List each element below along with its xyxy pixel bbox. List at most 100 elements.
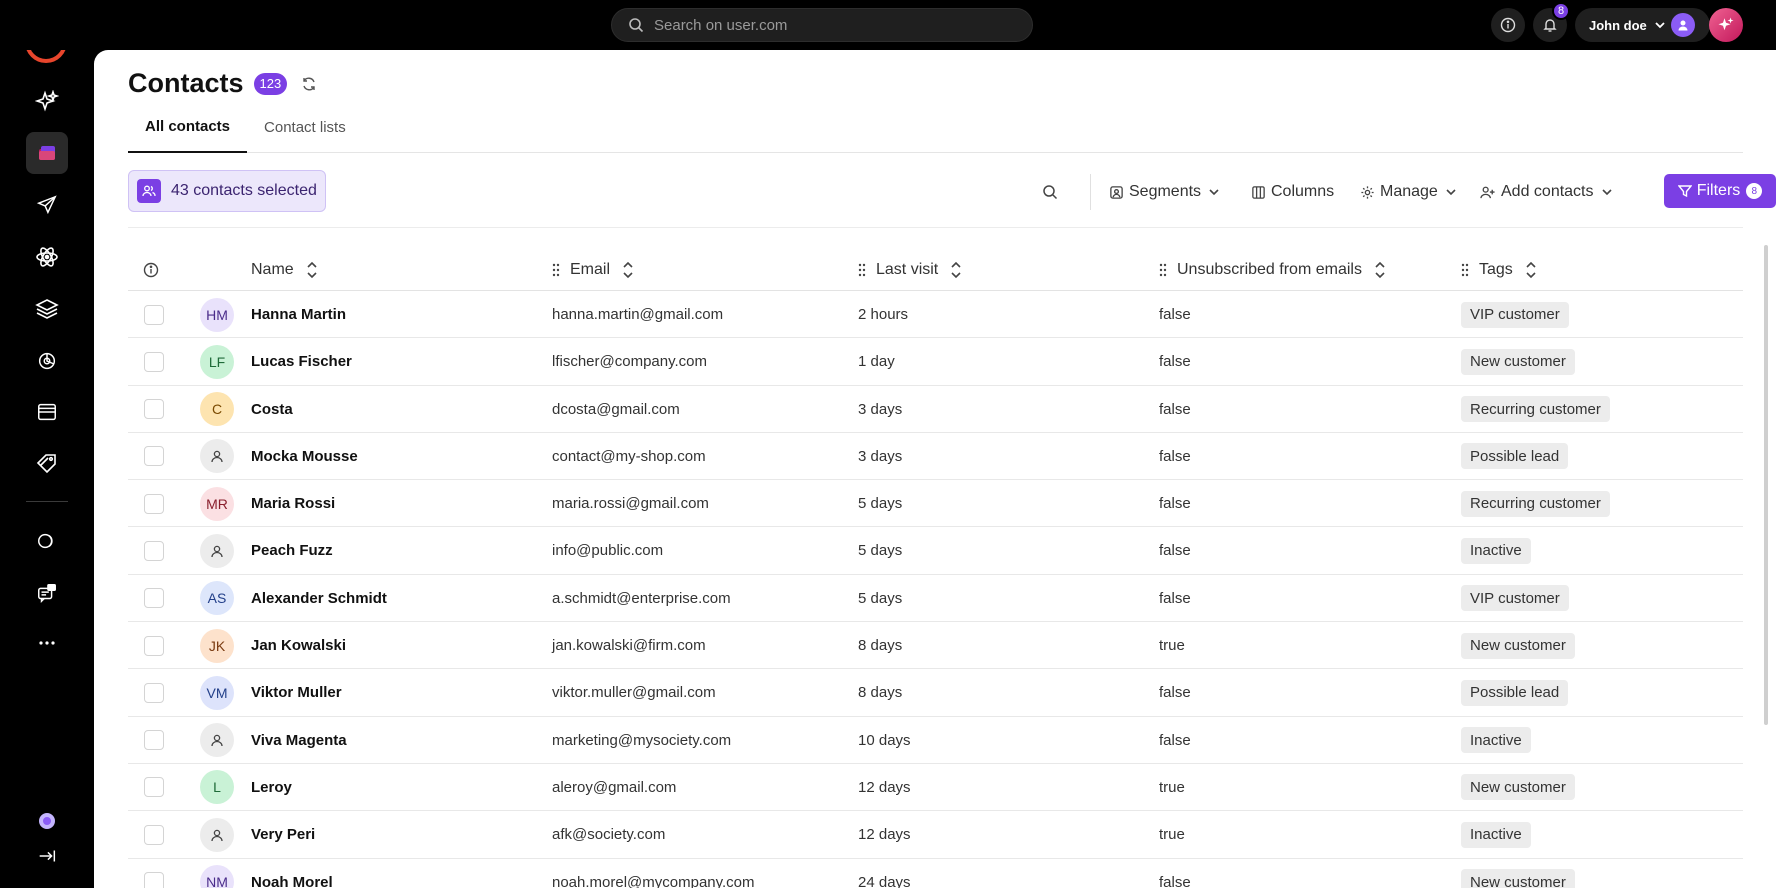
info-button[interactable] [1491, 8, 1525, 42]
table-row[interactable]: C Costa dcosta@gmail.com 3 days false Re… [128, 386, 1743, 433]
global-search[interactable] [611, 8, 1033, 42]
row-checkbox[interactable] [144, 588, 164, 609]
nav-conversations[interactable] [26, 520, 68, 562]
row-checkbox[interactable] [144, 682, 164, 703]
column-header-name[interactable]: Name [251, 249, 318, 291]
table-row[interactable]: AS Alexander Schmidt a.schmidt@enterpris… [128, 575, 1743, 623]
refresh-button[interactable] [301, 76, 317, 92]
drag-handle-icon[interactable] [1159, 263, 1167, 277]
columns-button[interactable]: Columns [1251, 179, 1334, 205]
sort-icon[interactable] [622, 261, 634, 279]
contact-name[interactable]: Hanna Martin [251, 291, 346, 338]
contact-name[interactable]: Noah Morel [251, 859, 333, 888]
table-row[interactable]: Viva Magenta marketing@mysociety.com 10 … [128, 717, 1743, 764]
nav-campaigns[interactable] [26, 184, 68, 226]
contact-tag[interactable]: New customer [1461, 774, 1575, 801]
column-header-last-visit[interactable]: Last visit [858, 249, 962, 291]
contact-name[interactable]: Lucas Fischer [251, 338, 352, 385]
table-row[interactable]: VM Viktor Muller viktor.muller@gmail.com… [128, 669, 1743, 717]
contact-unsubscribed: false [1159, 731, 1191, 749]
nav-analytics[interactable] [26, 340, 68, 382]
contact-name[interactable]: Viktor Muller [251, 669, 342, 716]
filters-label: Filters [1696, 182, 1741, 199]
contact-tag[interactable]: Inactive [1461, 537, 1531, 564]
drag-handle-icon[interactable] [552, 263, 560, 277]
segments-dropdown[interactable]: Segments [1109, 179, 1224, 205]
tab-all-contacts[interactable]: All contacts [128, 102, 248, 153]
row-checkbox[interactable] [144, 540, 164, 561]
contact-name[interactable]: Very Peri [251, 811, 315, 858]
contact-name[interactable]: Jan Kowalski [251, 622, 346, 669]
layers-icon [35, 299, 59, 319]
column-header-tags[interactable]: Tags [1461, 249, 1537, 291]
row-checkbox[interactable] [144, 304, 164, 325]
table-row[interactable]: JK Jan Kowalski jan.kowalski@firm.com 8 … [128, 622, 1743, 670]
nav-contacts[interactable] [26, 132, 68, 174]
table-row[interactable]: L Leroy aleroy@gmail.com 12 days true Ne… [128, 764, 1743, 812]
row-checkbox[interactable] [144, 777, 164, 798]
select-all-info[interactable] [143, 249, 159, 291]
drag-handle-icon[interactable] [858, 263, 866, 277]
contact-tag[interactable]: New customer [1461, 348, 1575, 375]
notifications-button[interactable]: 8 [1533, 2, 1570, 42]
sort-icon[interactable] [1374, 261, 1386, 279]
user-menu[interactable]: John doe [1575, 8, 1710, 42]
selected-contacts-chip[interactable]: 43 contacts selected [128, 170, 326, 212]
contact-tag[interactable]: New customer [1461, 869, 1575, 888]
table-row[interactable]: HM Hanna Martin hanna.martin@gmail.com 2… [128, 291, 1743, 339]
row-checkbox[interactable] [144, 399, 164, 420]
contact-tag[interactable]: Recurring customer [1461, 490, 1610, 517]
row-checkbox[interactable] [144, 446, 164, 467]
contact-tag[interactable]: Possible lead [1461, 443, 1569, 470]
row-checkbox[interactable] [144, 635, 164, 656]
tag-cell: VIP customer [1461, 575, 1569, 622]
contact-name[interactable]: Viva Magenta [251, 717, 347, 764]
drag-handle-icon[interactable] [1461, 263, 1469, 277]
contact-tag[interactable]: Possible lead [1461, 679, 1569, 706]
contact-name[interactable]: Peach Fuzz [251, 527, 333, 574]
nav-content[interactable] [26, 288, 68, 330]
nav-more[interactable] [26, 622, 68, 664]
row-checkbox[interactable] [144, 872, 164, 888]
row-checkbox[interactable] [144, 824, 164, 845]
column-header-unsubscribed[interactable]: Unsubscribed from emails [1159, 249, 1386, 291]
collapse-sidebar-button[interactable] [26, 835, 68, 877]
column-header-email[interactable]: Email [552, 249, 634, 291]
nav-ai[interactable] [26, 81, 68, 123]
nav-messages[interactable] [26, 572, 68, 614]
table-row[interactable]: MR Maria Rossi maria.rossi@gmail.com 5 d… [128, 480, 1743, 528]
add-contacts-dropdown[interactable]: Add contacts [1480, 179, 1617, 205]
nav-automations[interactable] [26, 236, 68, 278]
table-row[interactable]: LF Lucas Fischer lfischer@company.com 1 … [128, 338, 1743, 386]
contact-name[interactable]: Maria Rossi [251, 480, 335, 527]
tab-contact-lists[interactable]: Contact lists [247, 102, 363, 153]
row-checkbox[interactable] [144, 351, 164, 372]
vertical-scrollbar[interactable] [1764, 245, 1768, 725]
contact-tag[interactable]: Inactive [1461, 727, 1531, 754]
table-row[interactable]: Mocka Mousse contact@my-shop.com 3 days … [128, 433, 1743, 481]
contact-tag[interactable]: New customer [1461, 632, 1575, 659]
nav-deals[interactable] [26, 442, 68, 484]
sort-icon[interactable] [950, 261, 962, 279]
contact-tag[interactable]: VIP customer [1461, 301, 1569, 328]
table-row[interactable]: NM Noah Morel noah.morel@mycompany.com 2… [128, 859, 1743, 888]
contact-tag[interactable]: Recurring customer [1461, 396, 1610, 423]
contact-tag[interactable]: Inactive [1461, 821, 1531, 848]
table-search-button[interactable] [1038, 180, 1062, 204]
global-search-input[interactable] [654, 16, 1014, 34]
contact-name[interactable]: Leroy [251, 764, 292, 811]
contact-name[interactable]: Costa [251, 386, 293, 433]
table-row[interactable]: Very Peri afk@society.com 12 days true I… [128, 811, 1743, 859]
contact-tag[interactable]: VIP customer [1461, 585, 1569, 612]
row-checkbox[interactable] [144, 493, 164, 514]
contact-name[interactable]: Alexander Schmidt [251, 575, 387, 622]
nav-pages[interactable] [26, 391, 68, 433]
filters-button[interactable]: Filters 8 [1664, 174, 1776, 208]
ai-assistant-button[interactable] [1709, 8, 1743, 42]
row-checkbox[interactable] [144, 730, 164, 751]
table-row[interactable]: Peach Fuzz info@public.com 5 days false … [128, 527, 1743, 575]
contact-name[interactable]: Mocka Mousse [251, 433, 358, 480]
sort-icon[interactable] [1525, 261, 1537, 279]
sort-icon[interactable] [306, 261, 318, 279]
manage-dropdown[interactable]: Manage [1360, 179, 1461, 205]
